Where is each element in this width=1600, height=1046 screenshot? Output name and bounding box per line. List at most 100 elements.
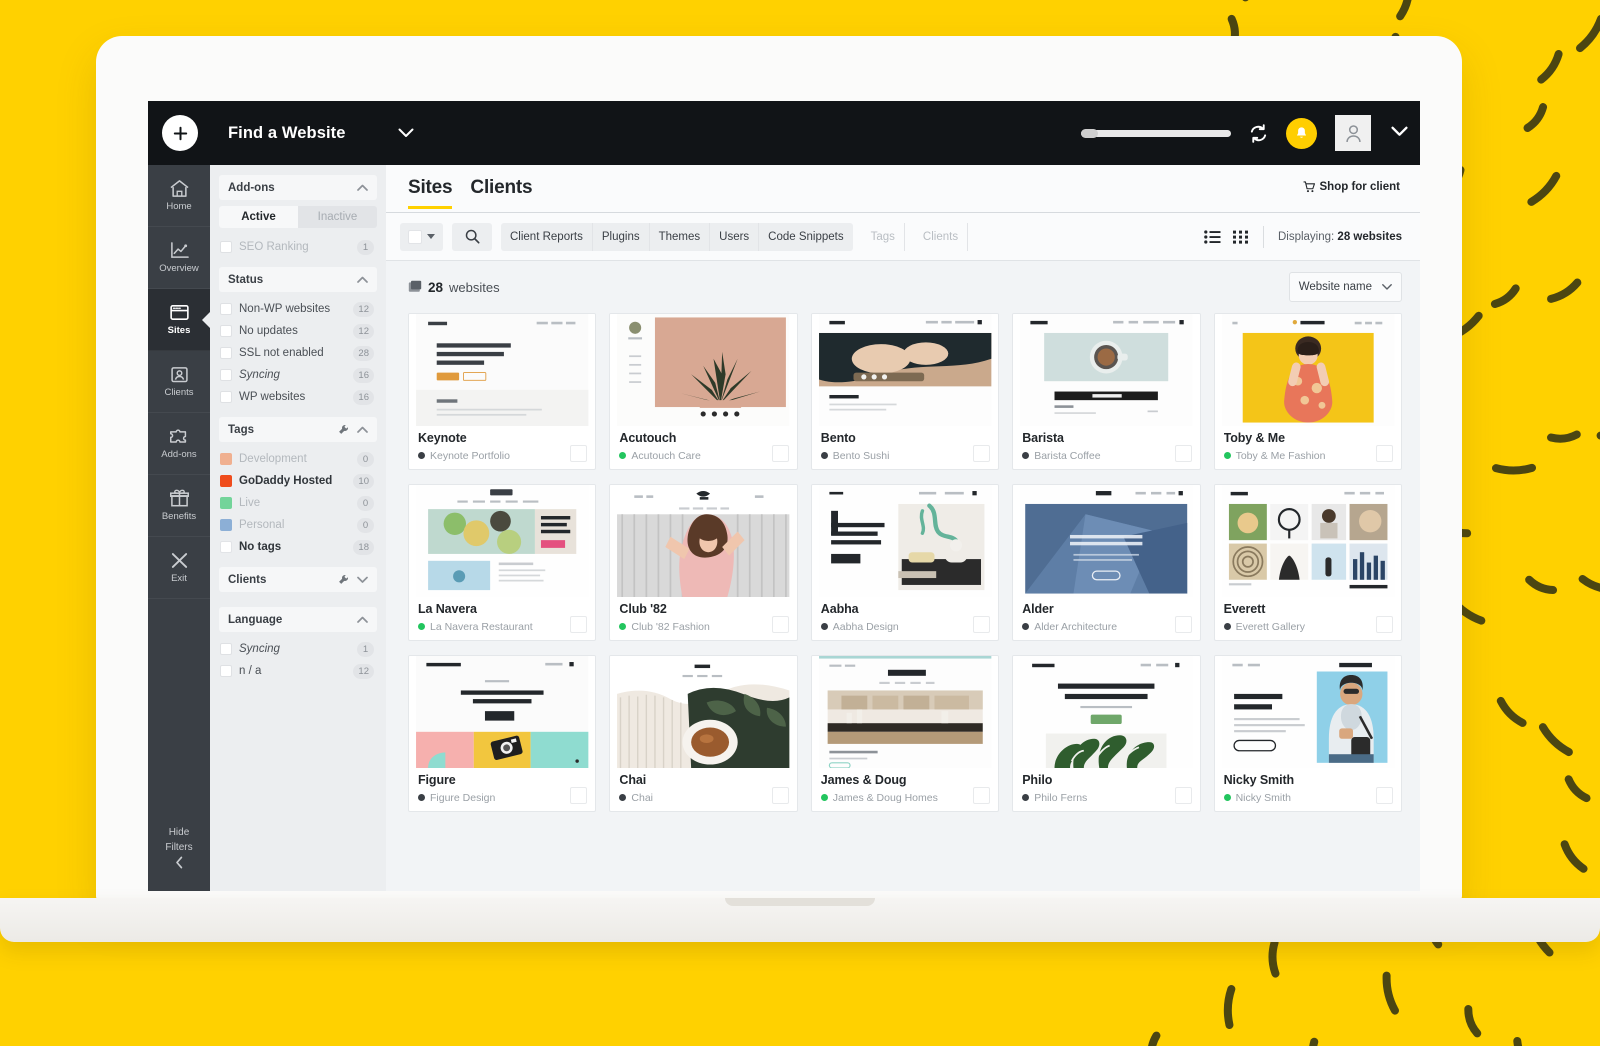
- site-select-checkbox[interactable]: [771, 787, 789, 804]
- sidebar-item-clients[interactable]: Clients: [148, 351, 210, 413]
- grid-view-icon[interactable]: [1232, 230, 1249, 244]
- sidebar-item-overview[interactable]: Overview: [148, 227, 210, 289]
- avatar[interactable]: [1335, 115, 1371, 151]
- wrench-icon[interactable]: [338, 424, 349, 435]
- pill-users[interactable]: Users: [710, 222, 760, 251]
- wrench-icon[interactable]: [338, 574, 349, 585]
- site-select-checkbox[interactable]: [1174, 616, 1192, 633]
- checkbox[interactable]: [220, 391, 232, 403]
- checkbox[interactable]: [220, 241, 232, 253]
- site-card[interactable]: Barista Barista Coffee: [1012, 313, 1201, 470]
- hide-filters-button[interactable]: Hide Filters: [148, 811, 210, 891]
- site-card[interactable]: Philo Philo Ferns: [1012, 655, 1201, 812]
- filter-section-tags[interactable]: Tags: [219, 417, 377, 442]
- collapse-toggle[interactable]: [357, 616, 368, 623]
- tab-clients[interactable]: Clients: [470, 177, 532, 209]
- select-all-dropdown[interactable]: [400, 222, 443, 251]
- filter-row-syncing[interactable]: Syncing 16: [219, 364, 377, 386]
- site-select-checkbox[interactable]: [771, 616, 789, 633]
- filter-section-clients[interactable]: Clients: [219, 567, 377, 592]
- checkbox[interactable]: [220, 325, 232, 337]
- filter-count: 18: [353, 539, 374, 555]
- site-select-checkbox[interactable]: [570, 445, 588, 462]
- checkbox[interactable]: [220, 643, 232, 655]
- collapse-toggle[interactable]: [357, 276, 368, 283]
- addons-active-inactive-toggle[interactable]: Active Inactive: [219, 206, 377, 228]
- site-card[interactable]: Toby & Me Toby & Me Fashion: [1213, 313, 1402, 470]
- filter-row-non-wp-websites[interactable]: Non-WP websites 12: [219, 298, 377, 320]
- filter-row-no-updates[interactable]: No updates 12: [219, 320, 377, 342]
- filter-row-ssl-not-enabled[interactable]: SSL not enabled 28: [219, 342, 377, 364]
- pill-tags-disabled: Tags: [862, 222, 905, 251]
- site-select-checkbox[interactable]: [1174, 787, 1192, 804]
- filter-row-development[interactable]: Development 0: [219, 448, 377, 470]
- filter-row-seo-ranking[interactable]: SEO Ranking 1: [219, 236, 377, 258]
- filter-section-status[interactable]: Status: [219, 267, 377, 292]
- site-card[interactable]: Aabha Aabha Design: [810, 484, 1000, 641]
- site-select-checkbox[interactable]: [1174, 445, 1192, 462]
- filter-row-no-tags[interactable]: No tags 18: [219, 536, 377, 558]
- site-select-checkbox[interactable]: [1375, 787, 1393, 804]
- pill-plugins[interactable]: Plugins: [593, 222, 650, 251]
- pill-themes[interactable]: Themes: [650, 222, 711, 251]
- site-card[interactable]: Bento Bento Sushi: [810, 313, 1000, 470]
- checkbox[interactable]: [220, 347, 232, 359]
- site-select-checkbox[interactable]: [1375, 445, 1393, 462]
- site-card[interactable]: Everett Everett Gallery: [1213, 484, 1402, 641]
- checkbox[interactable]: [220, 665, 232, 677]
- site-card[interactable]: Figure Figure Design: [408, 655, 597, 812]
- filter-row-godaddy-hosted[interactable]: GoDaddy Hosted 10: [219, 470, 377, 492]
- site-card[interactable]: Chai Chai: [609, 655, 798, 812]
- add-website-button[interactable]: [162, 115, 198, 151]
- filter-row-wp-websites[interactable]: WP websites 16: [219, 386, 377, 408]
- segment-active[interactable]: Active: [219, 206, 298, 228]
- site-card[interactable]: Acutouch Acutouch Care: [609, 313, 798, 470]
- sidebar-item-add-ons[interactable]: Add-ons: [148, 413, 210, 475]
- filter-row-language-na[interactable]: n / a 12: [219, 660, 377, 682]
- sidebar-item-benefits[interactable]: Benefits: [148, 475, 210, 537]
- filter-row-live[interactable]: Live 0: [219, 492, 377, 514]
- site-card[interactable]: Club '82 Club '82 Fashion: [609, 484, 798, 641]
- sidebar-item-sites[interactable]: Sites: [148, 289, 210, 351]
- site-card[interactable]: La Navera La Navera Restaurant: [408, 484, 597, 641]
- segment-inactive[interactable]: Inactive: [298, 206, 377, 228]
- filter-row-language-syncing[interactable]: Syncing 1: [219, 638, 377, 660]
- sidebar-item-home[interactable]: Home: [148, 165, 210, 227]
- tab-sites[interactable]: Sites: [408, 177, 453, 209]
- site-select-checkbox[interactable]: [570, 787, 588, 804]
- search-button[interactable]: [452, 222, 492, 251]
- notifications-bell-button[interactable]: [1286, 117, 1317, 149]
- filter-section-add-ons[interactable]: Add-ons: [219, 175, 377, 200]
- sort-dropdown[interactable]: Website name: [1288, 272, 1402, 302]
- collapse-toggle[interactable]: [357, 184, 368, 191]
- site-card[interactable]: Nicky Smith Nicky Smith: [1213, 655, 1402, 812]
- filter-section-language[interactable]: Language: [219, 607, 377, 632]
- shop-for-client-link[interactable]: Shop for client: [1303, 177, 1400, 193]
- site-card-info: Chai Chai: [610, 768, 796, 811]
- primary-nav-rail: Home Overview Sites Clients Add-ons Bene…: [148, 165, 210, 891]
- site-select-checkbox[interactable]: [973, 616, 991, 633]
- chevron-up-icon[interactable]: [357, 426, 368, 433]
- site-card[interactable]: Keynote Keynote Portfolio: [408, 313, 597, 470]
- site-select-checkbox[interactable]: [1375, 616, 1393, 633]
- site-select-checkbox[interactable]: [771, 445, 789, 462]
- filter-row-personal[interactable]: Personal 0: [219, 514, 377, 536]
- site-select-checkbox[interactable]: [973, 787, 991, 804]
- list-view-icon[interactable]: [1204, 229, 1221, 244]
- sidebar-item-exit[interactable]: Exit: [148, 537, 210, 599]
- checkbox[interactable]: [220, 303, 232, 315]
- sync-icon[interactable]: [1249, 123, 1268, 143]
- site-select-checkbox[interactable]: [570, 616, 588, 633]
- find-website-dropdown[interactable]: Find a Website: [228, 124, 414, 143]
- pill-client-reports[interactable]: Client Reports: [501, 222, 593, 251]
- account-menu-toggle[interactable]: [1389, 124, 1408, 142]
- site-select-checkbox[interactable]: [973, 445, 991, 462]
- site-thumbnail: [409, 314, 596, 426]
- site-card[interactable]: Alder Alder Architecture: [1012, 484, 1201, 641]
- chevron-down-icon[interactable]: [357, 576, 368, 583]
- checkbox[interactable]: [408, 229, 422, 244]
- sites-stack-icon: [408, 280, 422, 292]
- pill-code-snippets[interactable]: Code Snippets: [759, 223, 852, 251]
- checkbox[interactable]: [220, 369, 232, 381]
- site-card[interactable]: James & Doug James & Doug Homes: [810, 655, 1000, 812]
